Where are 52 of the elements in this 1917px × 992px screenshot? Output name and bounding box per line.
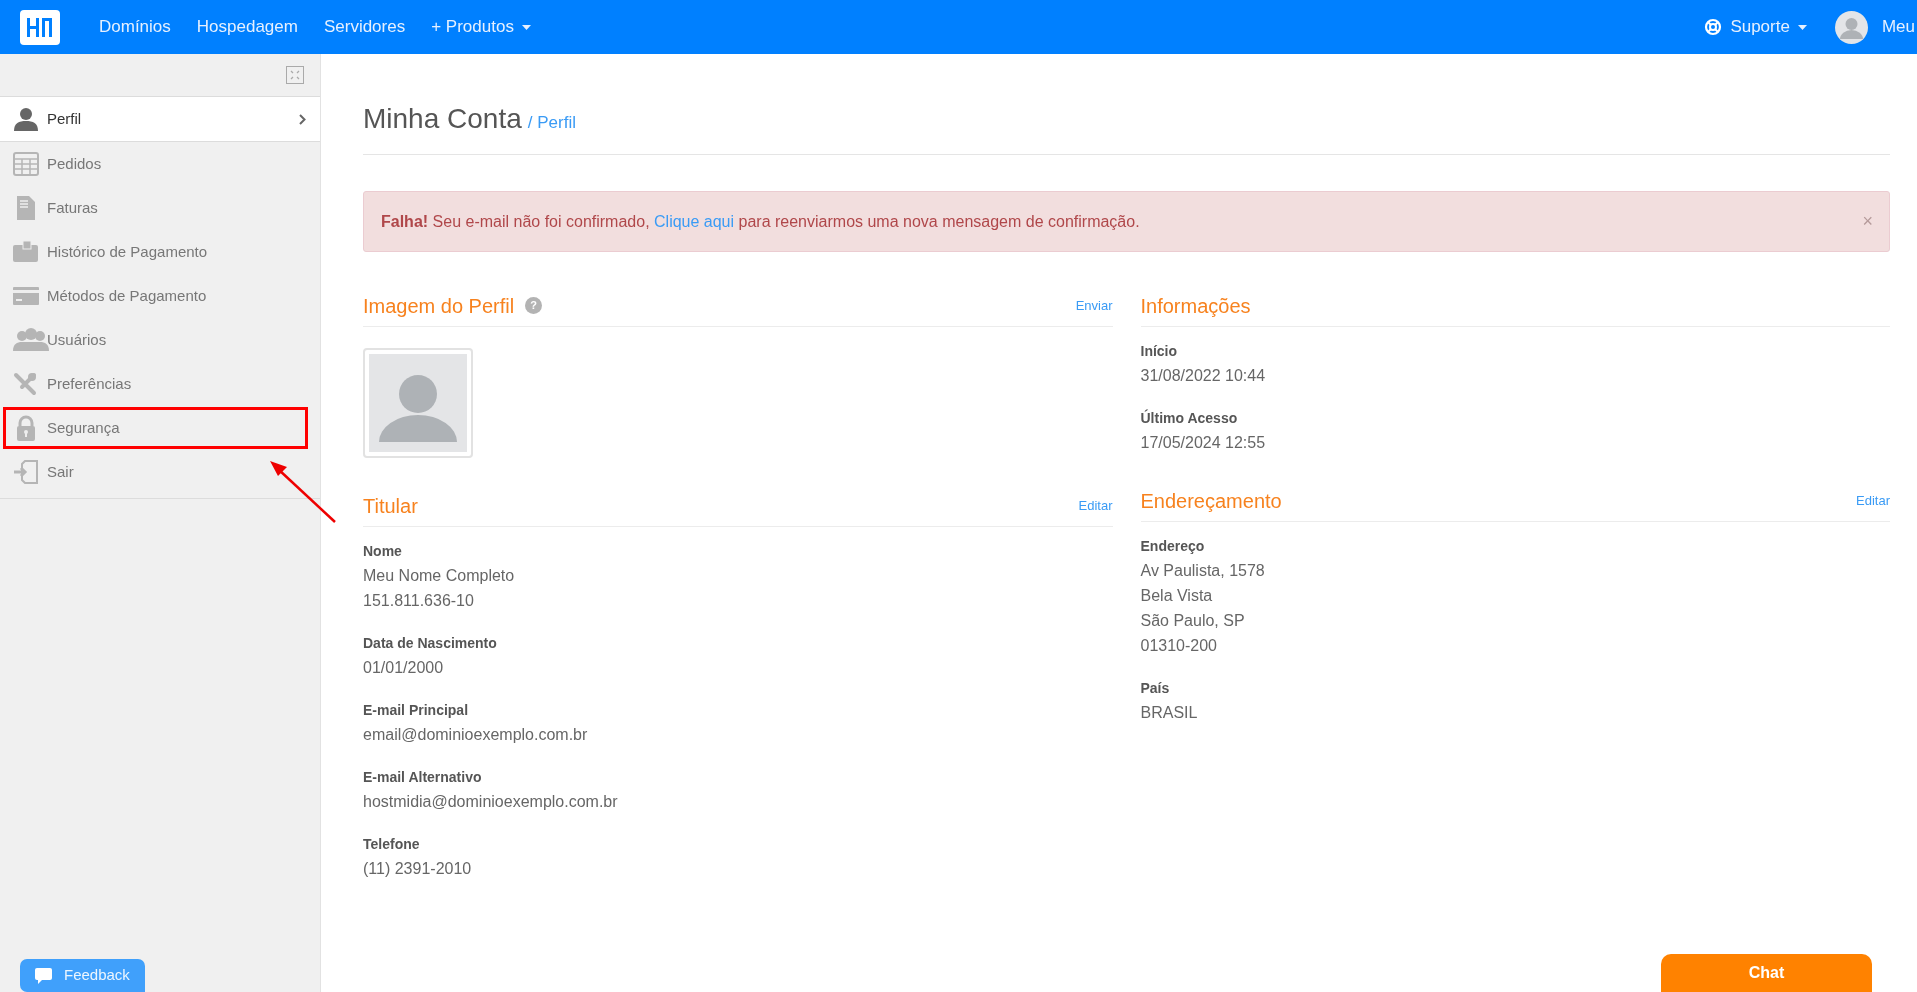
field-value: 31/08/2022 10:44: [1140, 366, 1267, 386]
sidebar-item[interactable]: Histórico de Pagamento: [0, 230, 320, 274]
sidebar-item[interactable]: Perfil: [0, 97, 320, 142]
field-value: Meu Nome Completo: [363, 566, 516, 586]
field-value: email@dominioexemplo.com.br: [363, 725, 589, 745]
alert-message: Falha! Seu e-mail não foi confirmado, Clique aqui para reenviarmos uma nova mensagem de confirmação.: [381, 211, 1141, 232]
field-value: Av Paulista, 1578: [1140, 561, 1266, 581]
field-value: 01/01/2000: [363, 658, 445, 678]
field-value: hostmidia@dominioexemplo.com.br: [363, 792, 619, 812]
section-title: Titular: [363, 493, 418, 519]
chat-button[interactable]: Chat: [1661, 954, 1872, 992]
field-value: 17/05/2024 12:55: [1140, 433, 1267, 453]
sidebar-item[interactable]: Usuários: [0, 318, 320, 362]
feedback-button[interactable]: Feedback: [20, 959, 145, 992]
sidebar-item[interactable]: Sair: [0, 450, 320, 494]
field-value: (11) 2391-2010: [363, 859, 473, 879]
field-label: Início: [1140, 342, 1179, 361]
field-label: Telefone: [363, 835, 421, 854]
user-menu[interactable]: Meu: [1834, 10, 1917, 44]
field-label: E-mail Alternativo: [363, 768, 483, 787]
section-title: Imagem do Perfil: [363, 293, 515, 319]
close-button[interactable]: ×: [1862, 208, 1873, 235]
sidebar-item[interactable]: Pedidos: [0, 142, 320, 186]
field-label: Nome: [363, 542, 403, 561]
nav-link[interactable]: Domínios: [99, 14, 171, 40]
field-label: País: [1140, 679, 1171, 698]
field-value: Bela Vista: [1140, 586, 1214, 606]
edit-link[interactable]: Editar: [1078, 495, 1113, 516]
section-title: Endereçamento: [1140, 488, 1282, 514]
field-label: Data de Nascimento: [363, 634, 498, 653]
sidebar-item[interactable]: Segurança: [0, 406, 320, 450]
page-title: Minha Conta: [363, 102, 522, 136]
help-icon[interactable]: ?: [525, 297, 543, 314]
nav-link[interactable]: Servidores: [323, 14, 406, 40]
field-value: 151.811.636-10: [363, 591, 475, 611]
nav-link[interactable]: + Produtos: [431, 14, 531, 40]
sidebar-item[interactable]: Preferências: [0, 362, 320, 406]
field-label: E-mail Principal: [363, 701, 470, 720]
edit-link[interactable]: Enviar: [1075, 295, 1113, 316]
edit-link[interactable]: Editar: [1856, 490, 1890, 511]
support-menu[interactable]: Suporte: [1704, 14, 1807, 40]
field-value: 01310-200: [1140, 636, 1218, 656]
field-value: BRASIL: [1140, 703, 1199, 723]
field-label: Último Acesso: [1140, 408, 1239, 428]
field-label: Endereço: [1140, 537, 1206, 556]
sidebar-item[interactable]: Métodos de Pagamento: [0, 274, 320, 318]
field-value: São Paulo, SP: [1140, 611, 1246, 631]
nav-link[interactable]: Hospedagem: [196, 14, 298, 40]
section-title: Informações: [1140, 293, 1251, 319]
breadcrumb-link[interactable]: / Perfil: [527, 110, 576, 136]
confirm-link[interactable]: Clique aqui: [654, 212, 735, 230]
sidebar-item[interactable]: Faturas: [0, 186, 320, 230]
